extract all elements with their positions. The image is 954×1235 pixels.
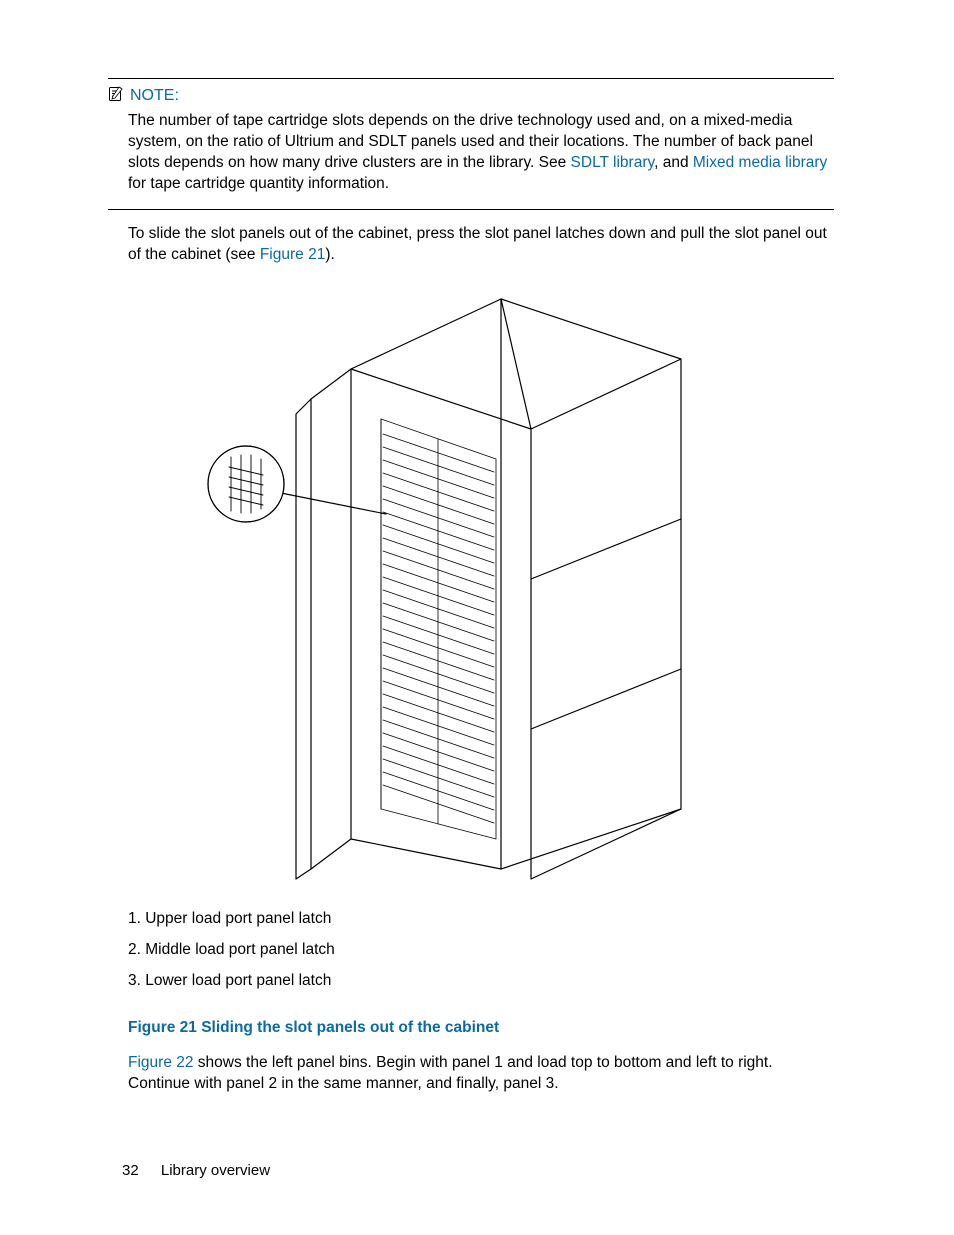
- link-figure-22[interactable]: Figure 22: [128, 1054, 193, 1071]
- figure-21: [108, 279, 834, 899]
- page-number: 32: [122, 1162, 139, 1179]
- note-block: NOTE: The number of tape cartridge slots…: [108, 85, 834, 195]
- link-mixed-media-library[interactable]: Mixed media library: [693, 154, 827, 171]
- rule-top: [108, 78, 834, 79]
- figure-21-caption: Figure 21 Sliding the slot panels out of…: [128, 1018, 834, 1039]
- paragraph-2: Figure 22 shows the left panel bins. Beg…: [108, 1053, 834, 1095]
- page-footer: 32 Library overview: [122, 1161, 270, 1181]
- para1-pre: To slide the slot panels out of the cabi…: [128, 225, 827, 263]
- note-heading: NOTE:: [108, 85, 834, 109]
- page: NOTE: The number of tape cartridge slots…: [0, 0, 954, 1235]
- note-text-post: for tape cartridge quantity information.: [128, 175, 389, 192]
- callout-1: 1. Upper load port panel latch: [128, 909, 834, 930]
- figure-21-image: [201, 279, 741, 899]
- section-title: Library overview: [161, 1162, 270, 1179]
- note-label: NOTE:: [130, 85, 179, 107]
- callout-2: 2. Middle load port panel latch: [128, 940, 834, 961]
- note-icon: [108, 86, 124, 109]
- para2-post: shows the left panel bins. Begin with pa…: [128, 1054, 773, 1092]
- rule-bottom: [108, 209, 834, 210]
- cabinet-illustration: [201, 279, 741, 899]
- para1-post: ).: [325, 246, 334, 263]
- callout-3: 3. Lower load port panel latch: [128, 971, 834, 992]
- figure-callout-list: 1. Upper load port panel latch 2. Middle…: [128, 909, 834, 992]
- note-body: The number of tape cartridge slots depen…: [128, 111, 834, 195]
- note-text-mid: , and: [654, 154, 693, 171]
- link-sdlt-library[interactable]: SDLT library: [571, 154, 655, 171]
- link-figure-21[interactable]: Figure 21: [260, 246, 325, 263]
- paragraph-1: To slide the slot panels out of the cabi…: [108, 224, 834, 266]
